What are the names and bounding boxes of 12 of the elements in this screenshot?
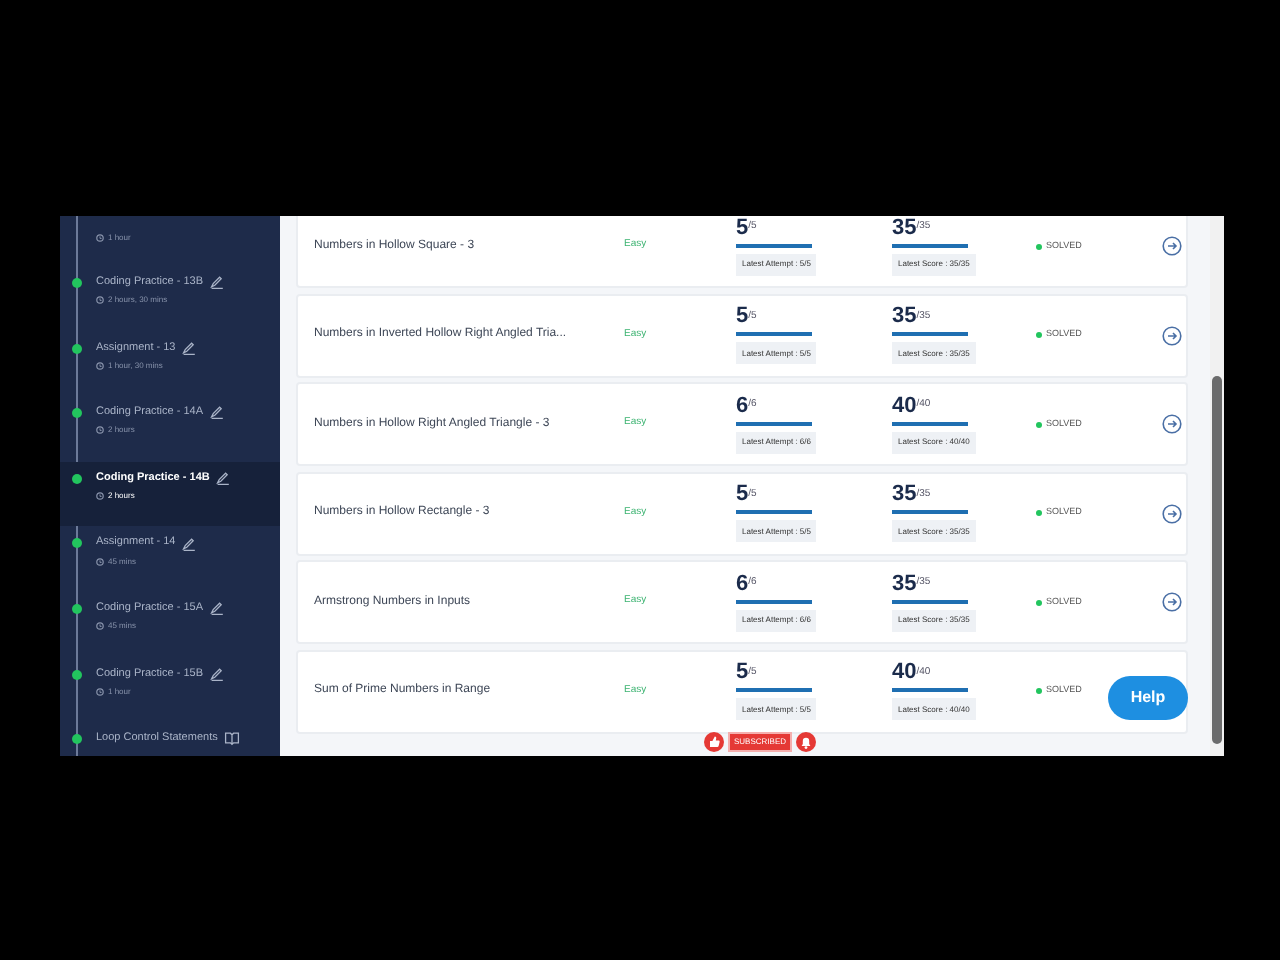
score-value: 35$^{/35}$ (892, 306, 933, 328)
score-value: 35$^{/35}$ (892, 484, 933, 506)
score-value: 40$^{/40}$ (892, 662, 933, 684)
score-value: 5$^{/5}$ (736, 306, 759, 328)
score-value: 5$^{/5}$ (736, 484, 759, 506)
score-value: 40$^{/40}$ (892, 395, 933, 417)
score-value: 35$^{/35}$ (892, 217, 933, 239)
score-value: 5$^{/5}$ (736, 662, 759, 684)
score-value: 5$^{/5}$ (736, 217, 759, 239)
score-value: 6$^{/6}$ (736, 395, 759, 417)
score-value: 6$^{/6}$ (736, 573, 759, 595)
score-value: 35$^{/35}$ (892, 573, 933, 595)
